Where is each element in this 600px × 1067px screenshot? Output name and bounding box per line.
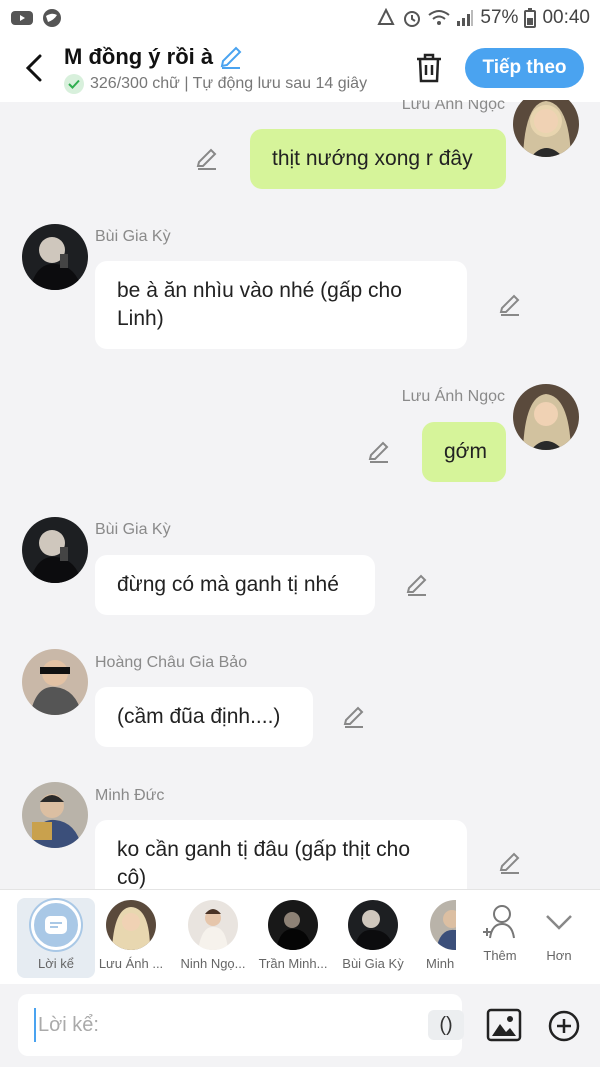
chevron-down-icon [546,915,572,930]
signal-icon [457,10,474,26]
message-input-box[interactable]: () [18,994,464,1056]
add-character-button[interactable]: Thêm [465,898,535,978]
check-icon [64,74,84,94]
avatar[interactable] [513,384,579,450]
edit-message-button[interactable] [366,439,392,465]
battery-percent: 57% [480,7,519,28]
pencil-icon [406,574,427,596]
composer: () [0,984,600,1067]
delete-button[interactable] [412,50,446,86]
message-input[interactable] [34,1008,394,1042]
sender-name: Hoàng Châu Gia Bảo [95,654,248,671]
sender-name: Bùi Gia Kỳ [95,521,171,538]
pencil-icon[interactable] [219,45,243,69]
add-person-icon [483,905,515,939]
message-bubble[interactable]: be à ăn nhìu vào nhé (gấp cho Linh) [95,261,467,349]
narrator-option[interactable]: Lời kể [17,898,95,978]
edit-message-button[interactable] [404,572,430,598]
edit-message-button[interactable] [497,292,523,318]
sender-name: Lưu Ánh Ngọc [401,100,505,113]
clock: 00:40 [542,7,590,28]
avatar[interactable] [22,649,88,715]
image-button[interactable] [486,1008,522,1042]
avatar[interactable] [22,782,88,848]
avatar [268,900,318,950]
autosave-text: 326/300 chữ | Tự động lưu sau 14 giây [90,75,368,92]
message-bubble[interactable]: gớm [422,422,506,482]
avatar[interactable] [22,517,88,583]
character-label: Ninh Ngọ... [180,956,246,971]
edit-message-button[interactable] [497,850,523,876]
avatar [188,900,238,950]
avatar[interactable] [513,100,579,157]
message-text: (cầm đũa định....) [117,705,281,728]
pencil-icon [343,706,364,728]
avatar [106,900,156,950]
message-text: be à ăn nhìu vào nhé (gấp cho Linh) [117,279,402,330]
message-text: đừng có mà ganh tị nhé [117,573,339,596]
message-bubble[interactable]: (cầm đũa định....) [95,687,313,747]
next-button[interactable]: Tiếp theo [465,48,584,88]
character-option[interactable]: Bùi Gia Kỳ [334,898,412,978]
page-title[interactable]: M đồng ý rồi à [64,44,243,70]
edit-message-button[interactable] [194,146,220,172]
alarm-icon [404,11,421,27]
sender-name: Bùi Gia Kỳ [95,228,171,245]
status-bar: 57% 00:40 [0,0,600,36]
sender-name: Minh Đức [95,787,165,804]
autosave-status: 326/300 chữ | Tự động lưu sau 14 giây [64,74,390,94]
message-bubble[interactable]: thịt nướng xong r đây [250,129,506,189]
message-bubble[interactable]: ko cần ganh tị đâu (gấp thịt cho cô) [95,820,467,890]
plus-circle-icon [548,1010,580,1042]
chevron-left-icon [25,54,42,82]
pencil-icon [368,441,389,463]
character-option[interactable]: Minh [414,898,456,978]
character-label: Minh [426,956,455,971]
narrator-icon [31,900,81,950]
youtube-icon [11,11,33,25]
recycle-icon [377,8,396,25]
add-label: Thêm [483,948,517,963]
character-option[interactable]: Trần Minh... [254,898,332,978]
message-text: ko cần ganh tị đâu (gấp thịt cho cô) [117,838,411,889]
add-button[interactable] [547,1009,581,1043]
pencil-icon [499,294,520,316]
story-header: M đồng ý rồi à 326/300 chữ | Tự động lưu… [0,36,600,102]
avatar [430,900,456,950]
message-text: thịt nướng xong r đây [272,147,473,170]
avatar [348,900,398,950]
back-button[interactable] [18,52,50,84]
title-text: M đồng ý rồi à [64,44,214,69]
wifi-icon [428,10,451,25]
character-label: Bùi Gia Kỳ [342,956,404,971]
pencil-icon [499,852,520,874]
action-parentheses-button[interactable]: () [428,1010,464,1040]
chat-area[interactable]: Lưu Ánh Ngọc thịt nướng xong r đây Bùi G… [0,100,600,890]
message-bubble[interactable]: đừng có mà ganh tị nhé [95,555,375,615]
avatar[interactable] [22,224,88,290]
character-selector: Lời kể Lưu Ánh ... Ninh Ngọ... Trần Minh… [0,889,600,984]
battery-icon [524,8,537,28]
character-label: Lưu Ánh ... [98,956,164,971]
pencil-icon [196,148,217,170]
sender-name: Lưu Ánh Ngọc [401,388,505,405]
browser-icon [43,9,61,27]
character-option[interactable]: Ninh Ngọ... [174,898,252,978]
image-icon [486,1008,522,1042]
more-label: Hơn [546,948,572,963]
character-option[interactable]: Lưu Ánh ... [92,898,170,978]
message-text: gớm [444,440,487,463]
trash-icon [417,53,441,83]
narrator-label: Lời kể [38,956,74,971]
character-label: Trần Minh... [258,956,328,971]
edit-message-button[interactable] [341,704,367,730]
more-button[interactable]: Hơn [528,898,590,978]
